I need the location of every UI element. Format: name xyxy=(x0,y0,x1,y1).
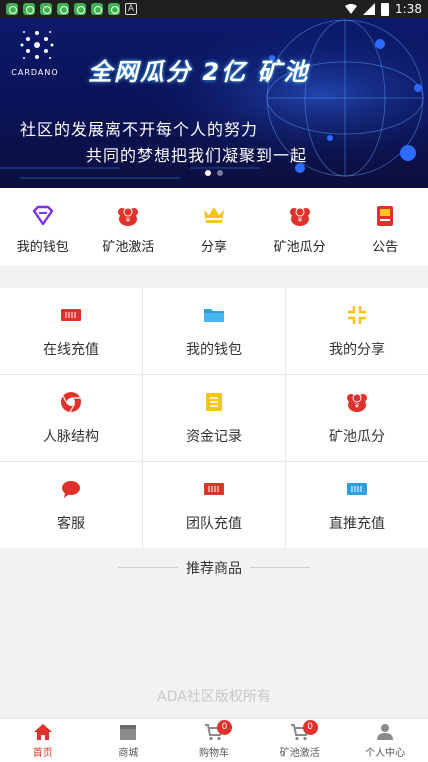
quick-nav-share[interactable]: 分享 xyxy=(171,188,257,266)
recommend-section: 推荐商品 ADA社区版权所有 xyxy=(0,548,428,718)
money-bag-icon: ¥ xyxy=(118,207,139,226)
grid-item-pool-split[interactable]: ¥ 矿池瓜分 xyxy=(286,375,428,461)
app-notification-icon xyxy=(74,3,86,15)
grid-item-label: 团队充值 xyxy=(186,516,242,532)
chrome-network-icon xyxy=(61,392,81,413)
quick-nav-label: 我的钱包 xyxy=(16,240,69,255)
divider-line xyxy=(250,567,310,568)
copyright-text: ADA社区版权所有 xyxy=(157,689,271,705)
card-icon xyxy=(61,309,81,321)
promo-banner[interactable]: CARDANO 全网瓜分 2亿 矿池 社区的发展离不开每个人的努力 共同的梦想把… xyxy=(0,18,428,188)
function-grid: 在线充值 我的钱包 我的分享 人脉结构 资金记录 ¥ 矿池瓜分 客服 团队充值 … xyxy=(0,288,428,548)
app-notification-icon xyxy=(108,3,120,15)
user-icon xyxy=(377,723,394,740)
chat-bubble-icon xyxy=(62,481,80,498)
tab-label: 商城 xyxy=(118,747,139,759)
tab-personal-center[interactable]: 个人中心 xyxy=(342,719,428,762)
app-notification-icon xyxy=(57,3,69,15)
banner-title: 全网瓜分 2亿 矿池 xyxy=(88,58,310,86)
quick-nav-label: 矿池激活 xyxy=(102,240,155,255)
notice-icon xyxy=(377,206,394,226)
money-bag-icon: ¥ xyxy=(289,207,310,226)
quick-nav-label: 公告 xyxy=(372,240,399,255)
carousel-dot-active[interactable] xyxy=(205,170,211,176)
banner-slogan-1: 社区的发展离不开每个人的努力 xyxy=(20,120,259,139)
battery-icon xyxy=(381,2,390,16)
tab-label: 首页 xyxy=(32,747,53,759)
crown-icon xyxy=(203,207,224,223)
pool-activate-badge: 0 xyxy=(302,720,318,735)
tab-label: 个人中心 xyxy=(365,747,406,759)
cart-badge: 0 xyxy=(216,720,232,735)
tab-cart[interactable]: 0 购物车 xyxy=(171,719,257,762)
store-icon xyxy=(120,724,137,740)
app-notification-icon xyxy=(40,3,52,15)
grid-item-label: 资金记录 xyxy=(186,429,242,445)
banner-slogan-2: 共同的梦想把我们凝聚到一起 xyxy=(86,146,308,165)
tab-store[interactable]: 商城 xyxy=(86,719,172,762)
grid-item-label: 我的分享 xyxy=(329,342,385,358)
grid-item-label: 客服 xyxy=(57,516,85,532)
tab-label: 购物车 xyxy=(198,747,229,759)
home-icon xyxy=(33,723,52,740)
app-notification-icon xyxy=(6,3,18,15)
tab-home[interactable]: 首页 xyxy=(0,719,86,762)
grid-item-label: 人脉结构 xyxy=(43,429,99,445)
recommend-title: 推荐商品 xyxy=(186,561,242,577)
bottom-tab-bar: 首页 商城 0 购物车 0 矿池激活 个人中心 xyxy=(0,718,428,762)
grid-item-my-share[interactable]: 我的分享 xyxy=(286,288,428,374)
quick-nav-pool-activate[interactable]: ¥ 矿池激活 xyxy=(86,188,172,266)
quick-nav-notice[interactable]: 公告 xyxy=(342,188,428,266)
a-notification-icon: A xyxy=(125,3,137,15)
grid-item-label: 直推充值 xyxy=(329,516,385,532)
signal-icon xyxy=(363,3,376,15)
svg-text:¥: ¥ xyxy=(297,216,302,224)
money-bag-icon: ¥ xyxy=(347,393,367,412)
carousel-dots xyxy=(0,170,428,176)
quick-nav-wallet[interactable]: 我的钱包 xyxy=(0,188,86,266)
notification-icons: A xyxy=(6,3,137,15)
quick-nav-pool-split[interactable]: ¥ 矿池瓜分 xyxy=(257,188,343,266)
wifi-icon xyxy=(345,4,358,14)
svg-text:¥: ¥ xyxy=(355,402,360,410)
notebook-icon xyxy=(206,393,222,411)
grid-item-label: 我的钱包 xyxy=(186,342,242,358)
status-time: 1:38 xyxy=(395,2,422,16)
grid-item-online-recharge[interactable]: 在线充值 xyxy=(0,288,142,374)
folder-icon xyxy=(204,309,224,322)
quick-nav-label: 分享 xyxy=(200,240,227,255)
quick-nav: 我的钱包 ¥ 矿池激活 分享 ¥ 矿池瓜分 公告 xyxy=(0,188,428,266)
app-notification-icon xyxy=(23,3,35,15)
app-notification-icon xyxy=(91,3,103,15)
grid-item-direct-recharge[interactable]: 直推充值 xyxy=(286,462,428,548)
tab-pool-activate[interactable]: 0 矿池激活 xyxy=(257,719,343,762)
diamond-icon xyxy=(32,205,53,226)
grid-item-fund-records[interactable]: 资金记录 xyxy=(143,375,285,461)
tab-label: 矿池激活 xyxy=(279,747,320,759)
logo-text: CARDANO xyxy=(11,68,59,77)
grid-item-my-wallet[interactable]: 我的钱包 xyxy=(143,288,285,374)
card-icon xyxy=(204,483,224,495)
svg-text:¥: ¥ xyxy=(126,216,131,224)
grid-item-customer-service[interactable]: 客服 xyxy=(0,462,142,548)
card-icon xyxy=(347,483,367,495)
grid-item-team-recharge[interactable]: 团队充值 xyxy=(143,462,285,548)
carousel-dot[interactable] xyxy=(217,170,223,176)
grid-item-label: 矿池瓜分 xyxy=(329,429,385,445)
quick-nav-label: 矿池瓜分 xyxy=(273,240,326,255)
grid-item-network[interactable]: 人脉结构 xyxy=(0,375,142,461)
share-arrows-icon xyxy=(348,306,366,324)
grid-item-label: 在线充值 xyxy=(43,342,99,358)
status-bar: A 1:38 xyxy=(0,0,428,18)
